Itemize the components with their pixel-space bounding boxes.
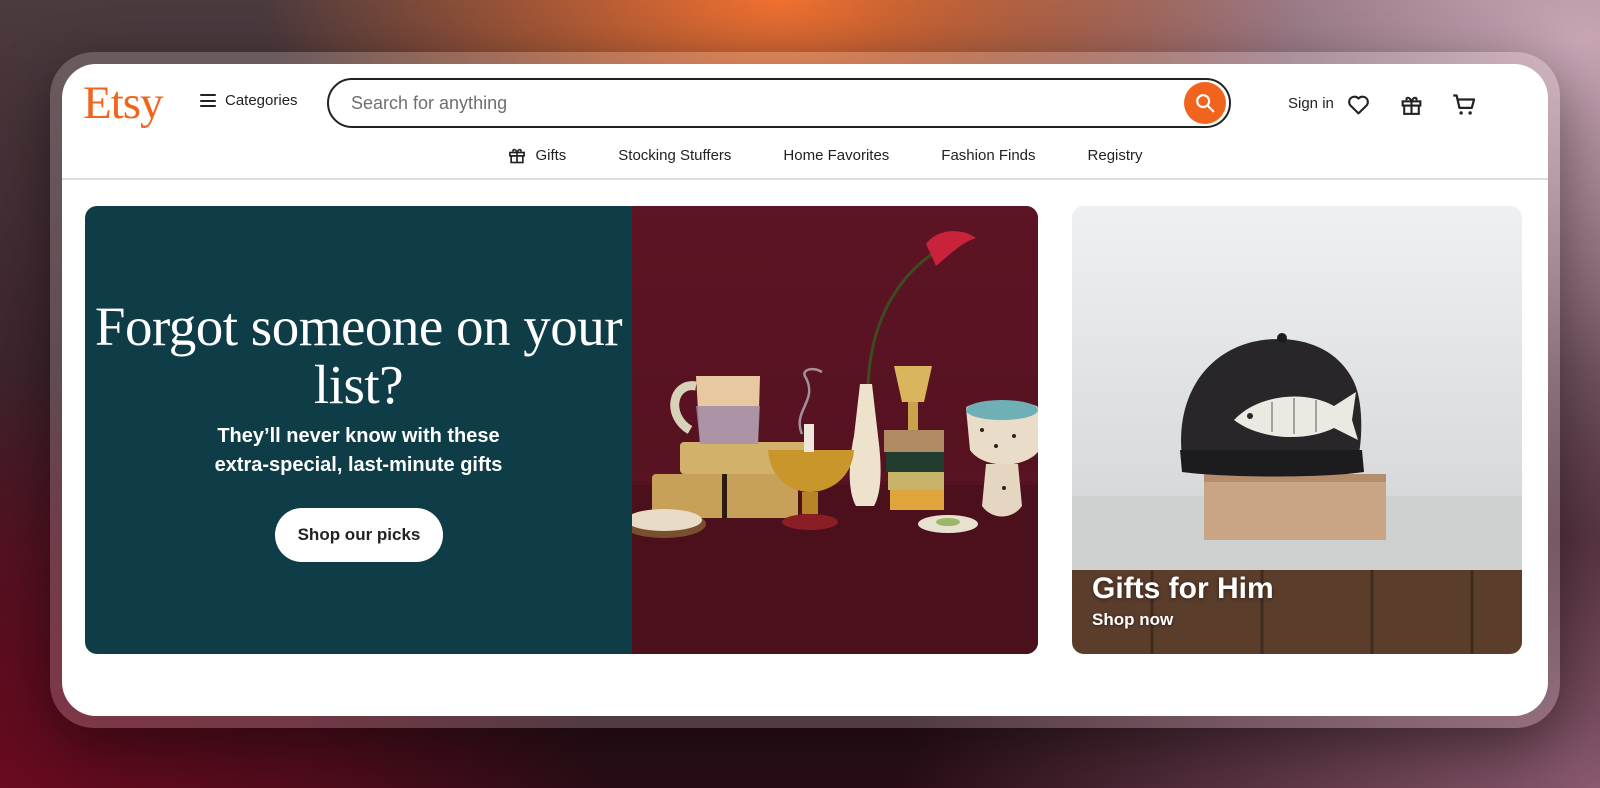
gifts-for-him-title: Gifts for Him <box>1092 572 1274 605</box>
nav-item-label: Fashion Finds <box>941 146 1036 164</box>
favorites-button[interactable] <box>1344 90 1372 118</box>
cart-button[interactable] <box>1450 90 1478 118</box>
gifts-for-him-card[interactable]: Gifts for Him Shop now <box>1072 206 1522 654</box>
hero-subtitle: They’ll never know with these extra-spec… <box>85 422 632 480</box>
nav-item-fashion-finds[interactable]: Fashion Finds <box>915 144 1061 166</box>
categories-label: Categories <box>225 92 298 109</box>
search-bar <box>327 78 1231 128</box>
nav-item-label: Registry <box>1087 146 1143 164</box>
category-nav: Gifts Stocking Stuffers Home Favorites F… <box>62 144 1548 178</box>
sign-in-link[interactable]: Sign in <box>1288 95 1334 112</box>
search-button[interactable] <box>1184 82 1226 124</box>
nav-item-registry[interactable]: Registry <box>1062 144 1169 166</box>
gift-still-life-illustration <box>622 231 1038 654</box>
categories-button[interactable]: Categories <box>200 92 298 109</box>
hero-subtitle-line-2: extra-special, last-minute gifts <box>214 454 503 476</box>
heart-icon <box>1347 95 1369 114</box>
header-divider <box>62 178 1548 180</box>
menu-icon <box>200 94 216 107</box>
nav-item-gifts[interactable]: Gifts <box>481 144 592 166</box>
etsy-logo[interactable]: Etsy <box>83 78 164 128</box>
search-input[interactable] <box>349 91 1184 115</box>
browser-window: Etsy Categories Sign in <box>62 64 1548 716</box>
hero-product-image <box>622 206 1038 654</box>
nav-item-label: Home Favorites <box>783 146 890 164</box>
nav-item-label: Gifts <box>535 146 567 164</box>
hero-banner[interactable]: Forgot someone on your list? They’ll nev… <box>85 206 1038 654</box>
hero-title: Forgot someone on your list? <box>94 296 623 415</box>
search-icon <box>1196 94 1215 113</box>
gift-icon <box>1401 96 1421 115</box>
hero-text-panel: Forgot someone on your list? They’ll nev… <box>85 206 632 654</box>
nav-item-stocking-stuffers[interactable]: Stocking Stuffers <box>592 144 757 166</box>
gift-mode-button[interactable] <box>1397 90 1425 118</box>
cart-icon <box>1452 93 1475 115</box>
nav-item-label: Stocking Stuffers <box>618 146 732 164</box>
shop-our-picks-button[interactable]: Shop our picks <box>275 508 443 562</box>
gift-icon <box>509 148 526 164</box>
hero-subtitle-line-1: They’ll never know with these <box>217 425 500 447</box>
nav-item-home-favorites[interactable]: Home Favorites <box>757 144 915 166</box>
shop-now-link[interactable]: Shop now <box>1092 610 1173 630</box>
